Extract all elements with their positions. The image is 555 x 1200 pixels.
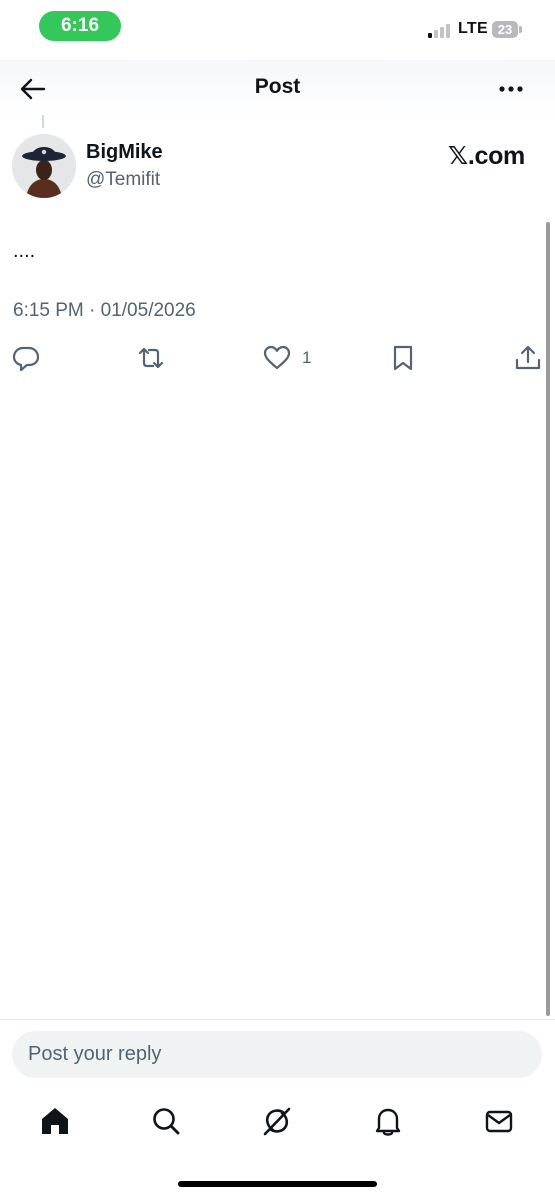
page-title: Post: [254, 75, 301, 98]
notifications-icon[interactable]: [371, 1104, 405, 1138]
home-icon[interactable]: [38, 1104, 72, 1138]
thread-line: [42, 115, 44, 128]
battery-icon: 23: [492, 21, 518, 38]
reply-icon[interactable]: [11, 343, 41, 373]
post-text: ....: [13, 240, 36, 262]
network-label: LTE: [458, 20, 488, 37]
avatar[interactable]: [12, 134, 76, 198]
repost-icon[interactable]: [136, 343, 166, 373]
author-handle[interactable]: @Temifit: [86, 169, 160, 191]
more-icon[interactable]: [495, 74, 529, 104]
divider: [0, 1019, 555, 1020]
search-icon[interactable]: [149, 1104, 183, 1138]
share-icon[interactable]: [513, 343, 543, 373]
grok-icon[interactable]: [260, 1104, 294, 1138]
author-name[interactable]: BigMike: [86, 141, 163, 164]
like-count: 1: [302, 348, 312, 367]
bookmark-icon[interactable]: [388, 343, 418, 373]
reply-input[interactable]: Post your reply: [12, 1031, 542, 1078]
source-label: 𝕏.com: [448, 142, 525, 170]
battery-cap: [519, 26, 522, 33]
reply-placeholder: Post your reply: [28, 1043, 162, 1065]
post-timestamp: 6:15 PM · 01/05/2026: [13, 300, 196, 321]
messages-icon[interactable]: [482, 1104, 516, 1138]
like-icon[interactable]: [262, 343, 292, 373]
home-indicator: [178, 1181, 377, 1187]
status-time: 6:16: [39, 11, 121, 41]
scrollbar[interactable]: [546, 222, 550, 1016]
signal-icon: [427, 23, 453, 38]
